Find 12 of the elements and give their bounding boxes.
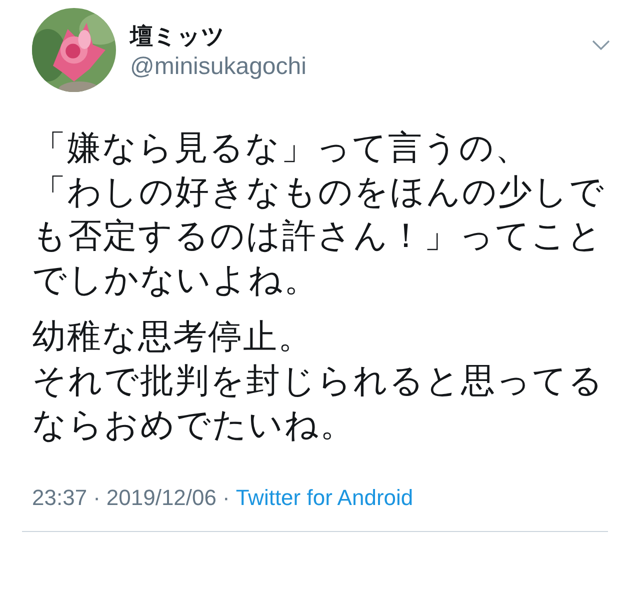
tweet-time: 23:37 [32,485,88,511]
tweet-text: 「わしの好きなものをほんの少しでも否定するのは許さん！」ってことでしかないよね。 [32,171,606,302]
chevron-down-icon[interactable] [592,40,610,50]
display-name: 壇ミッツ [130,23,226,52]
separator: · [222,485,230,511]
tweet-text: 「嫌なら見るな」って言うの、 [32,127,531,170]
tweet-text: それで批判を封じられると思ってるならおめでたいね。 [32,360,605,447]
tweet-date: 2019/12/06 [106,485,216,511]
separator: · [93,485,100,511]
user-handle: @minisukagochi [130,52,306,82]
tweet-text: 幼稚な思考停止。 [32,316,314,359]
source-link[interactable]: Twitter for Android [236,485,414,511]
